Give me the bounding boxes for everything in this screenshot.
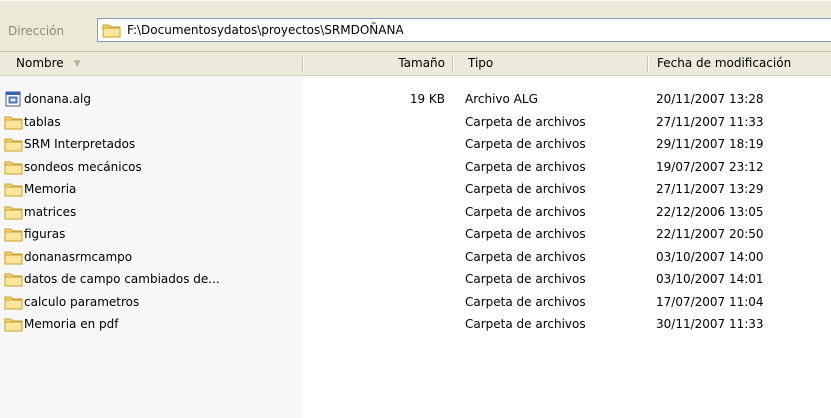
column-header-name[interactable]: Nombre ▼: [0, 52, 303, 75]
file-row[interactable]: donana.alg 19 KB Archivo ALG 20/11/2007 13:…: [0, 88, 831, 111]
file-type: Carpeta de archivos: [465, 114, 586, 129]
file-type: Carpeta de archivos: [465, 317, 586, 331]
file-type: Carpeta de archivos: [465, 182, 586, 196]
file-date: 27/11/2007 11:33: [656, 114, 764, 129]
file-size: [303, 111, 445, 134]
column-header-size[interactable]: Tamaño: [303, 52, 453, 75]
file-size: [303, 246, 445, 269]
file-type: Carpeta de archivos: [465, 272, 586, 286]
file-name: Memoria: [24, 182, 77, 196]
file-size: [303, 268, 445, 291]
file-date: 22/12/2006 13:05: [656, 204, 764, 219]
file-date: 03/10/2007 14:00: [656, 249, 764, 264]
file-type: Carpeta de archivos: [465, 159, 586, 174]
file-name-cell: datos de campo cambiados de...: [4, 268, 303, 291]
file-row[interactable]: matrices Carpeta de archivos 22/12/2006 13…: [0, 201, 831, 224]
alg-file-icon: [4, 91, 23, 107]
file-row[interactable]: donanasrmcampo Carpeta de archivos 03/10/2…: [0, 246, 831, 269]
folder-icon: [4, 136, 23, 152]
file-size: [303, 156, 445, 179]
file-type: Carpeta de archivos: [465, 227, 586, 241]
folder-icon: [4, 114, 23, 130]
file-date: 22/11/2007 20:50: [656, 227, 764, 241]
file-type: Carpeta de archivos: [465, 137, 586, 151]
folder-icon: [102, 22, 121, 38]
address-label: Dirección: [8, 24, 65, 38]
file-size: [303, 313, 445, 336]
folder-icon: [4, 181, 23, 197]
column-header-type[interactable]: Tipo: [453, 52, 648, 75]
file-name-cell: figuras: [4, 223, 303, 246]
file-name-cell: SRM Interpretados: [4, 133, 303, 156]
file-name: calculo parametros: [24, 294, 140, 309]
file-name: matrices: [24, 204, 77, 219]
file-name-cell: Memoria en pdf: [4, 313, 303, 336]
column-header-date-label: Fecha de modificación: [657, 56, 792, 70]
column-header-size-label: Tamaño: [398, 56, 445, 70]
file-name: tablas: [24, 114, 61, 129]
address-field[interactable]: F:\Documentosydatos\proyectos\SRMDOÑANA: [97, 18, 831, 42]
file-row[interactable]: datos de campo cambiados de... Carpeta de…: [0, 268, 831, 291]
address-path: F:\Documentosydatos\proyectos\SRMDOÑANA: [127, 23, 404, 37]
file-name-cell: calculo parametros: [4, 291, 303, 314]
file-size: [303, 201, 445, 224]
folder-icon: [4, 204, 23, 220]
file-size: 19 KB: [409, 92, 445, 106]
folder-icon: [4, 249, 23, 265]
address-bar: Dirección F:\Documentosydatos\proyectos\…: [0, 0, 831, 52]
file-date: 03/10/2007 14:01: [656, 272, 764, 286]
folder-icon: [4, 226, 23, 242]
column-header-type-label: Tipo: [468, 56, 494, 70]
file-size: [303, 223, 445, 246]
file-size: [303, 178, 445, 201]
file-type: Archivo ALG: [465, 92, 538, 106]
file-date: 19/07/2007 23:12: [656, 159, 764, 174]
column-header-date[interactable]: Fecha de modificación: [648, 52, 831, 75]
file-name: donana.alg: [24, 92, 91, 106]
file-list: donana.alg 19 KB Archivo ALG 20/11/2007 13:…: [0, 88, 831, 336]
file-row[interactable]: Memoria en pdf Carpeta de archivos 30/11/2…: [0, 313, 831, 336]
file-row[interactable]: SRM Interpretados Carpeta de archivos 29/1…: [0, 133, 831, 156]
folder-icon: [4, 159, 23, 175]
folder-icon: [4, 316, 23, 332]
column-header: Nombre ▼ Tamaño Tipo Fecha de modificació…: [0, 52, 831, 76]
file-name: Memoria en pdf: [24, 317, 119, 331]
sort-arrow-icon: ▼: [73, 59, 81, 69]
file-name-cell: matrices: [4, 201, 303, 224]
file-size: [303, 133, 445, 156]
file-name: figuras: [24, 227, 66, 241]
file-date: 30/11/2007 11:33: [656, 317, 764, 331]
file-row[interactable]: calculo parametros Carpeta de archivos 17/…: [0, 291, 831, 314]
file-row[interactable]: tablas Carpeta de archivos 27/11/2007 11:3…: [0, 111, 831, 134]
file-type: Carpeta de archivos: [465, 249, 586, 264]
file-name-cell: tablas: [4, 111, 303, 134]
file-type: Carpeta de archivos: [465, 294, 586, 309]
file-name-cell: donana.alg: [4, 88, 303, 111]
file-size: [303, 291, 445, 314]
file-date: 20/11/2007 13:28: [656, 92, 764, 106]
file-row[interactable]: figuras Carpeta de archivos 22/11/2007 20:…: [0, 223, 831, 246]
file-row[interactable]: sondeos mecánicos Carpeta de archivos 19/0…: [0, 156, 831, 179]
file-type: Carpeta de archivos: [465, 204, 586, 219]
file-row[interactable]: Memoria Carpeta de archivos 27/11/2007 13:…: [0, 178, 831, 201]
file-name: sondeos mecánicos: [24, 159, 142, 174]
file-name-cell: sondeos mecánicos: [4, 156, 303, 179]
column-header-name-label: Nombre: [16, 56, 64, 70]
file-name-cell: donanasrmcampo: [4, 246, 303, 269]
folder-icon: [4, 271, 23, 287]
file-name-cell: Memoria: [4, 178, 303, 201]
file-name: datos de campo cambiados de...: [24, 272, 220, 286]
file-date: 17/07/2007 11:04: [656, 294, 764, 309]
file-name: SRM Interpretados: [24, 137, 136, 151]
file-name: donanasrmcampo: [24, 249, 133, 264]
file-date: 29/11/2007 18:19: [656, 137, 764, 151]
file-date: 27/11/2007 13:29: [656, 182, 764, 196]
folder-icon: [4, 294, 23, 310]
